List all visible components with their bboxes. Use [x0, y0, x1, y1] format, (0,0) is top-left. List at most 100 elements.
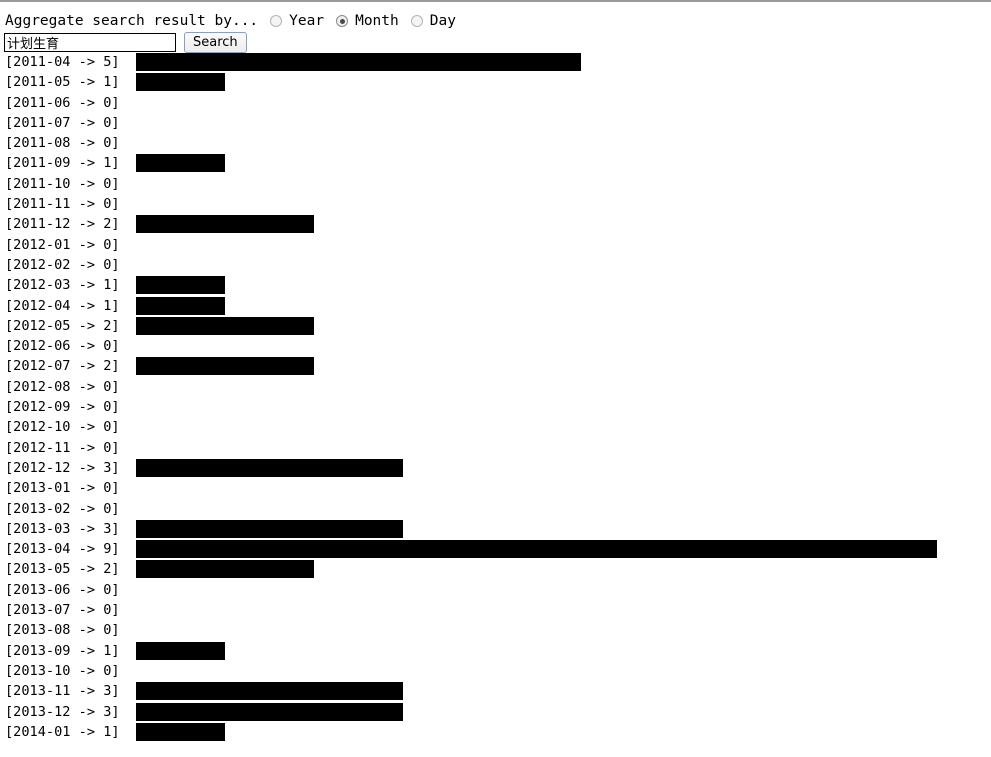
radio-button-icon[interactable]: [270, 15, 283, 27]
bar-row-label: [2013-10 -> 0]: [5, 662, 120, 679]
bar-row-label: [2013-07 -> 0]: [5, 602, 120, 619]
bar-row-label: [2013-04 -> 9]: [5, 541, 120, 558]
bar-row: [2013-10 -> 0]: [0, 661, 991, 681]
bar-row: [2013-12 -> 3]: [0, 702, 991, 722]
bar-row: [2012-03 -> 1]: [0, 275, 991, 295]
bar-row-label: [2011-09 -> 1]: [5, 155, 120, 172]
bar-fill: [136, 154, 225, 173]
radio-option-label: Year: [289, 13, 325, 29]
radio-option-year[interactable]: Year: [270, 13, 324, 29]
bar-track: [136, 682, 403, 701]
bar-fill: [136, 540, 937, 559]
bar-row-label: [2011-12 -> 2]: [5, 216, 120, 233]
bar-row: [2013-04 -> 9]: [0, 539, 991, 559]
bar-row-label: [2011-08 -> 0]: [5, 135, 120, 152]
bar-row-label: [2014-01 -> 1]: [5, 723, 120, 740]
page-root: Aggregate search result by... Year Month D…: [0, 0, 991, 757]
bar-row-label: [2012-07 -> 2]: [5, 358, 120, 375]
bar-row: [2011-06 -> 0]: [0, 93, 991, 113]
search-input[interactable]: [4, 33, 176, 52]
bar-track: [136, 215, 314, 234]
radio-option-label: Day: [429, 13, 456, 29]
bar-row-label: [2013-02 -> 0]: [5, 500, 120, 517]
bar-row-label: [2013-08 -> 0]: [5, 622, 120, 639]
bar-row: [2013-06 -> 0]: [0, 580, 991, 600]
bar-row-label: [2012-11 -> 0]: [5, 439, 120, 456]
bar-row: [2012-01 -> 0]: [0, 235, 991, 255]
bar-fill: [136, 53, 581, 71]
bar-row-label: [2011-11 -> 0]: [5, 196, 120, 213]
bar-row: [2013-02 -> 0]: [0, 499, 991, 519]
bar-track: [136, 519, 403, 538]
bar-row: [2011-09 -> 1]: [0, 153, 991, 173]
bar-row: [2012-04 -> 1]: [0, 296, 991, 316]
bar-fill: [136, 357, 314, 376]
bar-track: [136, 722, 225, 741]
bar-row: [2012-12 -> 3]: [0, 458, 991, 478]
radio-option-day[interactable]: Day: [410, 13, 456, 29]
bar-track: [136, 154, 225, 173]
bar-row: [2012-09 -> 0]: [0, 397, 991, 417]
aggregate-controls: Aggregate search result by... Year Month D…: [0, 9, 468, 33]
radio-option-label: Month: [355, 13, 399, 29]
bar-row: [2011-12 -> 2]: [0, 214, 991, 234]
bar-row: [2013-01 -> 0]: [0, 478, 991, 498]
bar-track: [136, 458, 403, 477]
bar-fill: [136, 215, 314, 234]
bar-row-label: [2011-10 -> 0]: [5, 175, 120, 192]
bar-track: [136, 702, 403, 721]
bar-row-label: [2013-12 -> 3]: [5, 703, 120, 720]
bar-track: [136, 357, 314, 376]
radio-button-icon[interactable]: [410, 15, 423, 27]
bar-row: [2013-08 -> 0]: [0, 620, 991, 640]
search-controls: Search: [4, 32, 247, 53]
bar-row: [2012-11 -> 0]: [0, 438, 991, 458]
search-button[interactable]: Search: [184, 32, 247, 53]
bar-row: [2014-01 -> 1]: [0, 722, 991, 742]
bar-track: [136, 540, 937, 559]
radio-option-month[interactable]: Month: [336, 13, 399, 29]
bar-row-label: [2012-03 -> 1]: [5, 277, 120, 294]
bar-row-label: [2013-06 -> 0]: [5, 581, 120, 598]
bar-row: [2013-05 -> 2]: [0, 559, 991, 579]
bar-row: [2011-07 -> 0]: [0, 113, 991, 133]
bar-track: [136, 641, 225, 660]
bar-row-label: [2013-05 -> 2]: [5, 561, 120, 578]
bar-row-label: [2011-07 -> 0]: [5, 114, 120, 131]
bar-row-label: [2012-04 -> 1]: [5, 297, 120, 314]
bar-row-label: [2012-09 -> 0]: [5, 399, 120, 416]
bar-row: [2011-05 -> 1]: [0, 72, 991, 92]
bar-fill: [136, 316, 314, 335]
radio-button-icon[interactable]: [336, 15, 349, 27]
bar-fill: [136, 276, 225, 295]
bar-row-label: [2013-09 -> 1]: [5, 642, 120, 659]
bar-row-label: [2011-06 -> 0]: [5, 94, 120, 111]
bar-fill: [136, 560, 314, 579]
bar-row: [2012-10 -> 0]: [0, 417, 991, 437]
bar-row-label: [2011-05 -> 1]: [5, 74, 120, 91]
bar-track: [136, 276, 225, 295]
bar-fill: [136, 682, 403, 701]
bar-row-label: [2013-11 -> 3]: [5, 683, 120, 700]
bar-row: [2013-07 -> 0]: [0, 600, 991, 620]
bar-fill: [136, 296, 225, 315]
bar-row-label: [2013-03 -> 3]: [5, 520, 120, 537]
bar-track: [136, 560, 314, 579]
bar-row-label: [2012-08 -> 0]: [5, 378, 120, 395]
bar-row: [2011-11 -> 0]: [0, 194, 991, 214]
bar-row: [2013-09 -> 1]: [0, 641, 991, 661]
bar-fill: [136, 73, 225, 92]
aggregate-radio-group: Year Month Day: [270, 13, 468, 29]
bar-row: [2013-11 -> 3]: [0, 681, 991, 701]
bar-row: [2011-04 -> 5]: [0, 52, 991, 72]
aggregate-bar-chart: [2011-04 -> 5] [2011-05 -> 1] [2011-06 -> …: [0, 52, 991, 742]
bar-row-label: [2012-05 -> 2]: [5, 317, 120, 334]
bar-fill: [136, 458, 403, 477]
bar-row: [2012-06 -> 0]: [0, 336, 991, 356]
bar-row: [2012-02 -> 0]: [0, 255, 991, 275]
bar-fill: [136, 641, 225, 660]
bar-row: [2013-03 -> 3]: [0, 519, 991, 539]
bar-track: [136, 53, 581, 71]
bar-row: [2012-05 -> 2]: [0, 316, 991, 336]
bar-row-label: [2012-10 -> 0]: [5, 419, 120, 436]
